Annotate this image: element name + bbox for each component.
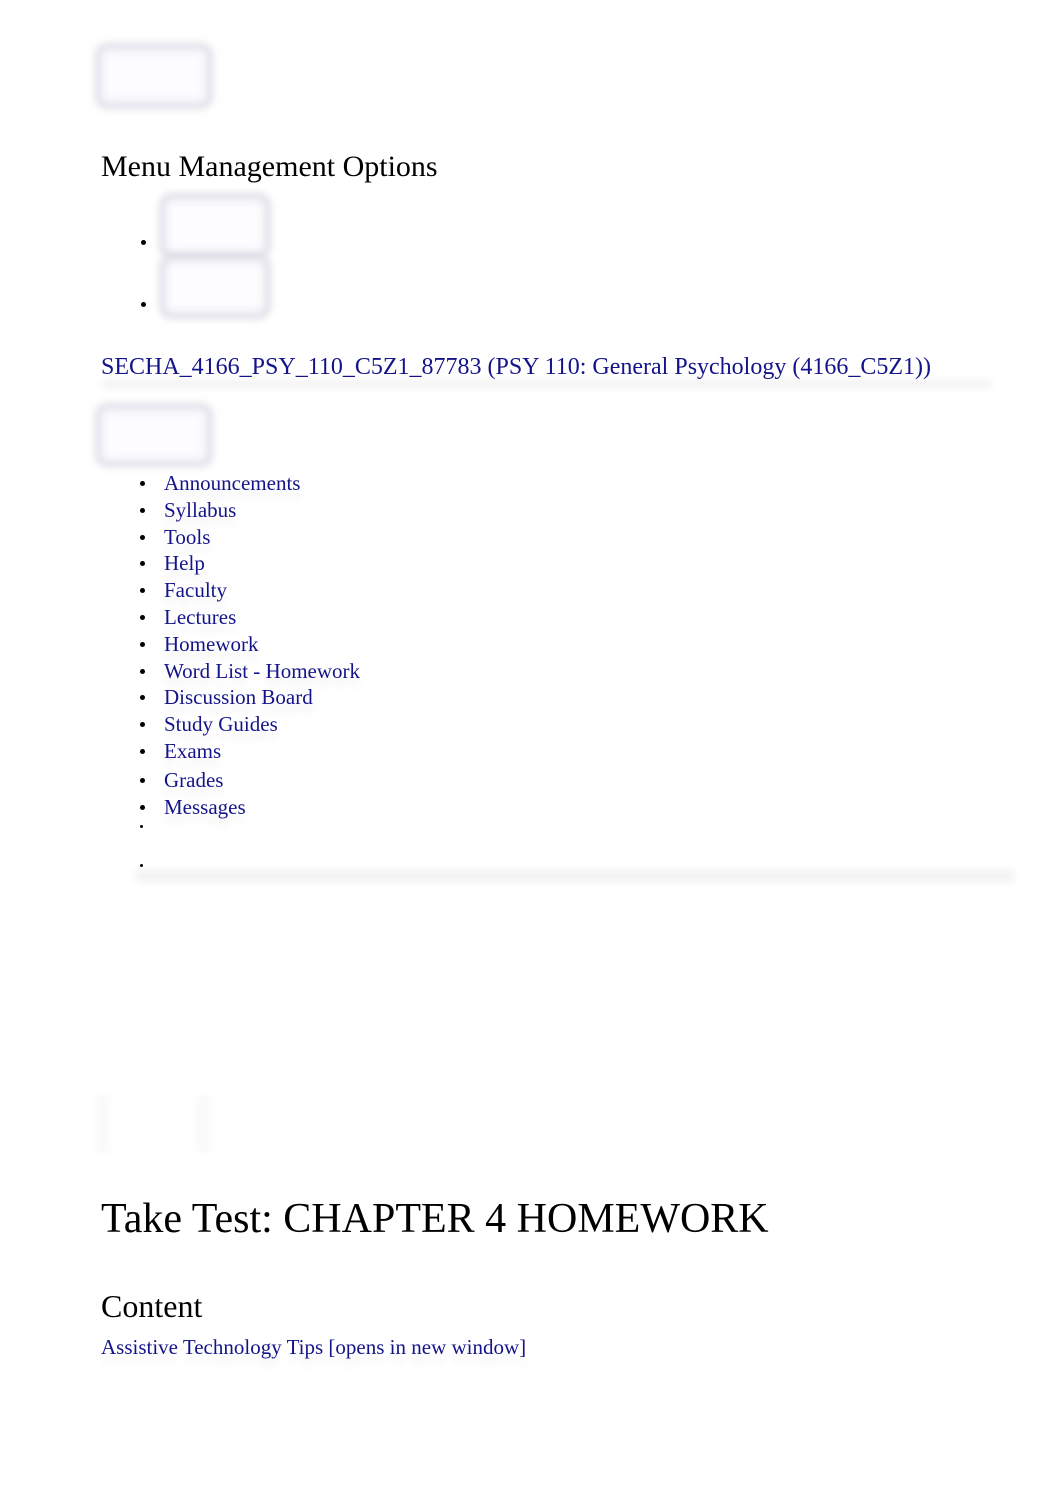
- nav-link-homework[interactable]: Homework: [164, 631, 258, 657]
- ghost-element: [196, 1094, 210, 1154]
- nav-link-grades[interactable]: Grades: [164, 767, 223, 793]
- list-bullet: [140, 614, 145, 620]
- nav-link-faculty[interactable]: Faculty: [164, 577, 227, 603]
- assistive-technology-link[interactable]: Assistive Technology Tips [opens in new …: [101, 1335, 526, 1360]
- nav-link-word-list[interactable]: Word List - Homework: [164, 658, 360, 684]
- nav-link-tools[interactable]: Tools: [164, 524, 210, 550]
- course-menu-button[interactable]: [98, 406, 210, 464]
- list-bullet: [140, 588, 145, 594]
- top-menu-button[interactable]: [98, 46, 210, 106]
- list-bullet: [140, 722, 145, 728]
- list-bullet: [140, 777, 145, 783]
- nav-link-syllabus[interactable]: Syllabus: [164, 497, 236, 523]
- list-bullet-small: [140, 825, 143, 828]
- list-bullet: [140, 561, 145, 567]
- list-bullet: [140, 695, 145, 701]
- nav-link-discussion-board[interactable]: Discussion Board: [164, 684, 313, 710]
- menu-management-heading: Menu Management Options: [101, 150, 438, 183]
- list-bullet: [140, 804, 145, 810]
- list-bullet: [140, 641, 145, 647]
- nav-link-study-guides[interactable]: Study Guides: [164, 711, 278, 737]
- nav-link-help[interactable]: Help: [164, 550, 205, 576]
- list-bullet: [141, 302, 146, 307]
- list-bullet: [140, 668, 145, 674]
- menu-option-button-1[interactable]: [162, 196, 268, 256]
- list-bullet: [140, 507, 145, 513]
- course-link[interactable]: SECHA_4166_PSY_110_C5Z1_87783 (PSY 110: …: [101, 354, 931, 381]
- list-bullet-small: [140, 864, 143, 867]
- page-title: Take Test: CHAPTER 4 HOMEWORK: [101, 1196, 769, 1242]
- nav-link-exams[interactable]: Exams: [164, 738, 221, 764]
- nav-link-lectures[interactable]: Lectures: [164, 604, 236, 630]
- nav-divider-shadow: [135, 870, 1015, 882]
- content-heading: Content: [101, 1288, 203, 1324]
- list-bullet: [140, 481, 145, 486]
- ghost-element: [96, 1094, 110, 1154]
- course-link-shadow: [101, 380, 991, 388]
- menu-option-button-2[interactable]: [162, 258, 268, 316]
- nav-link-messages[interactable]: Messages: [164, 794, 246, 820]
- nav-link-announcements[interactable]: Announcements: [164, 470, 300, 496]
- list-bullet: [141, 240, 146, 245]
- list-bullet: [140, 534, 145, 540]
- list-bullet: [140, 748, 145, 754]
